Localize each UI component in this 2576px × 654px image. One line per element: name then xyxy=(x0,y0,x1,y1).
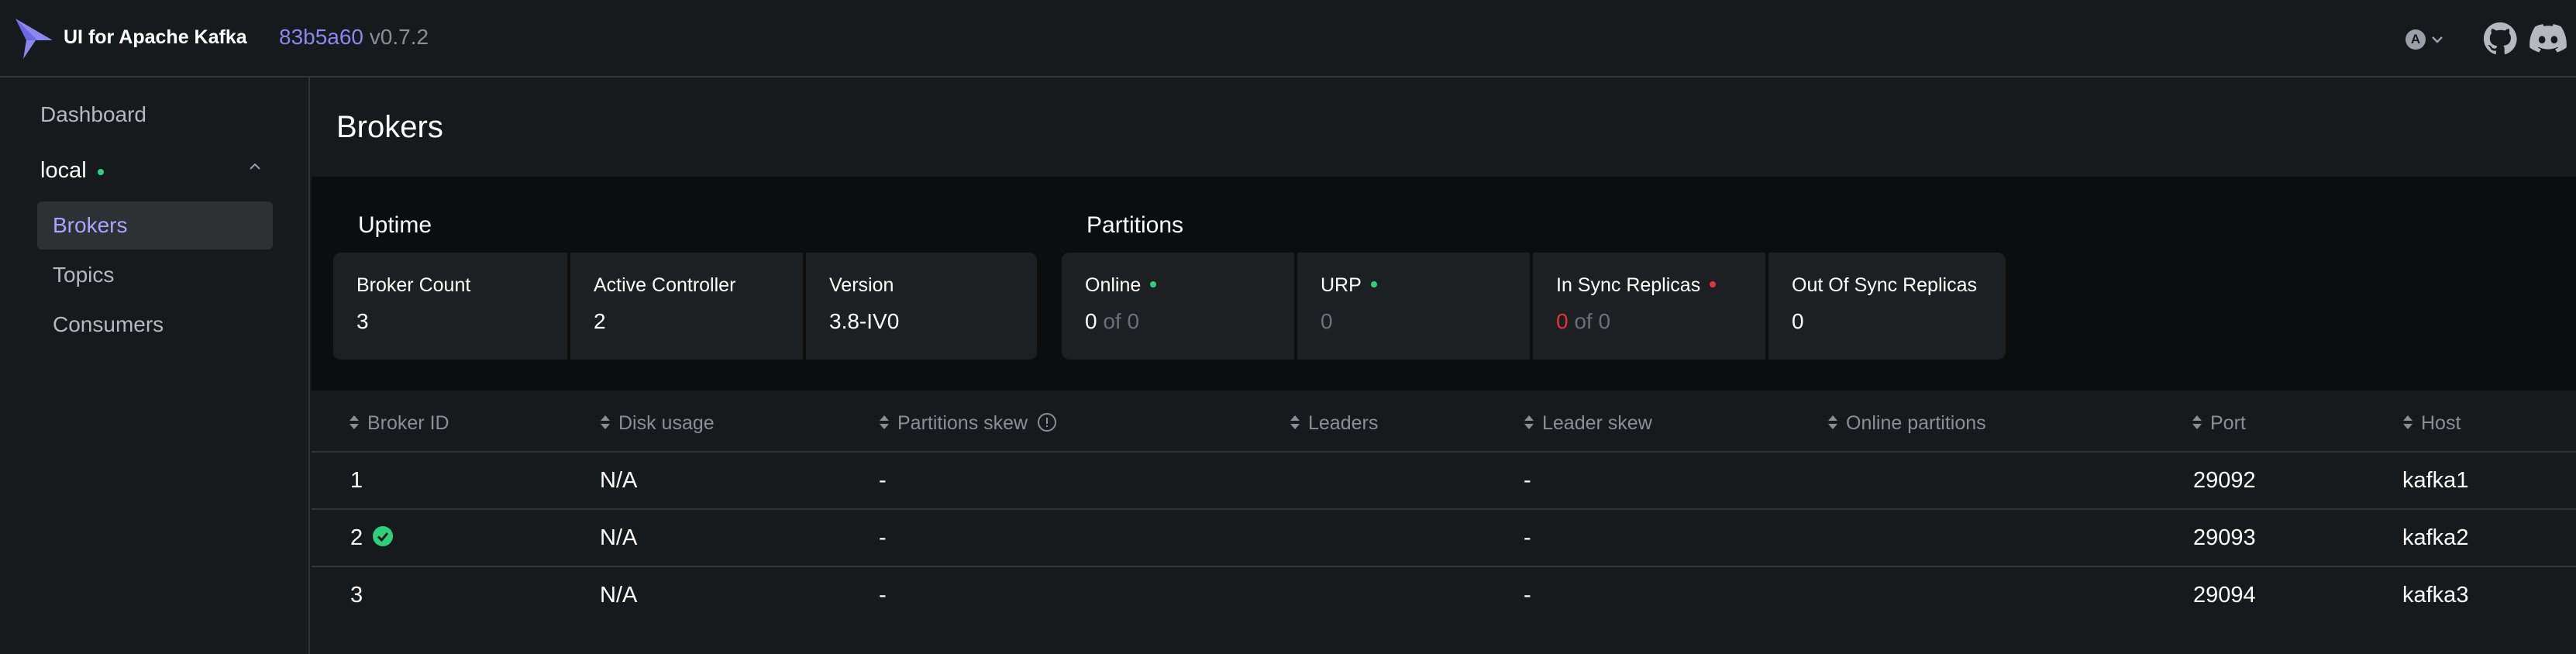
sidebar-item-consumers[interactable]: Consumers xyxy=(37,301,273,349)
version-label: Version xyxy=(829,274,894,296)
broker-id-cell: 2 xyxy=(350,525,394,551)
online-value: 0 xyxy=(1085,309,1097,333)
online-total: of 0 xyxy=(1103,309,1140,333)
sort-icon xyxy=(880,415,889,430)
table-row[interactable]: 2 N/A - - 29093 kafka2 xyxy=(312,510,2576,567)
active-controller-value: 2 xyxy=(594,309,606,333)
sidebar-item-topics[interactable]: Topics xyxy=(37,251,273,299)
version-info: 83b5a60 v0.7.2 xyxy=(279,25,429,50)
sidebar-item-dashboard[interactable]: Dashboard xyxy=(40,102,146,127)
table-row[interactable]: 3 N/A - - 29094 kafka3 xyxy=(312,567,2576,625)
brokers-table: Broker ID Disk usage Partitions skew Lea… xyxy=(312,391,2576,625)
in-sync-total: of 0 xyxy=(1574,309,1611,333)
host-cell: kafka3 xyxy=(2402,583,2469,608)
chevron-down-icon xyxy=(2432,36,2443,43)
kafka-logo-icon[interactable] xyxy=(14,17,54,60)
main-content: Brokers Uptime Broker Count 3 Active Con… xyxy=(312,77,2576,654)
disk-usage-cell: N/A xyxy=(600,525,638,550)
broker-count-label: Broker Count xyxy=(356,274,471,296)
sort-icon xyxy=(350,415,359,430)
out-of-sync-replicas-card: Out Of Sync Replicas 0 xyxy=(1768,253,2006,360)
in-sync-label: In Sync Replicas xyxy=(1556,274,1701,296)
sort-icon xyxy=(1290,415,1300,430)
version-value: 3.8-IV0 xyxy=(829,309,900,333)
sort-icon xyxy=(2403,415,2412,430)
app-title[interactable]: UI for Apache Kafka xyxy=(64,26,247,49)
disk-usage-cell: N/A xyxy=(600,583,638,608)
cluster-name: local xyxy=(40,158,87,183)
in-sync-value: 0 xyxy=(1556,309,1569,333)
column-leader-skew[interactable]: Leader skew xyxy=(1524,412,1652,435)
version-card: Version 3.8-IV0 xyxy=(806,253,1037,360)
column-online-partitions[interactable]: Online partitions xyxy=(1827,412,1986,435)
leader-skew-cell: - xyxy=(1524,525,1531,550)
page-title: Brokers xyxy=(336,110,443,144)
leader-skew-cell: - xyxy=(1524,468,1531,493)
partitions-skew-cell: - xyxy=(879,583,887,608)
user-menu-button[interactable]: A xyxy=(2401,23,2447,54)
sort-icon xyxy=(1524,415,1534,430)
cluster-status-dot xyxy=(98,169,104,175)
version-hash-link[interactable]: 83b5a60 xyxy=(279,25,363,49)
out-sync-label: Out Of Sync Replicas xyxy=(1792,274,1977,296)
broker-id-link[interactable]: 1 xyxy=(350,468,363,494)
urp-card: URP 0 xyxy=(1297,253,1530,360)
column-broker-id[interactable]: Broker ID xyxy=(349,412,449,435)
sort-icon xyxy=(1828,415,1837,430)
column-leaders[interactable]: Leaders xyxy=(1290,412,1378,435)
urp-label: URP xyxy=(1321,274,1362,296)
leader-skew-cell: - xyxy=(1524,583,1531,608)
info-icon[interactable] xyxy=(1037,412,1057,432)
online-card: Online 0 of 0 xyxy=(1062,253,1294,360)
out-sync-value: 0 xyxy=(1792,309,1804,333)
broker-count-card: Broker Count 3 xyxy=(333,253,567,360)
version-number: v0.7.2 xyxy=(369,25,429,49)
partitions-title: Partitions xyxy=(1087,212,1184,238)
sidebar-cluster-local[interactable]: local xyxy=(25,147,274,186)
top-bar: UI for Apache Kafka 83b5a60 v0.7.2 A xyxy=(0,0,2576,77)
stats-panel: Uptime Broker Count 3 Active Controller … xyxy=(312,177,2576,391)
column-partitions-skew[interactable]: Partitions skew xyxy=(879,412,1057,435)
urp-status-dot xyxy=(1370,281,1377,288)
broker-id-link[interactable]: 2 xyxy=(350,525,363,550)
sidebar-item-brokers[interactable]: Brokers xyxy=(37,201,273,250)
partitions-skew-cell: - xyxy=(879,468,887,493)
sort-icon xyxy=(601,415,610,430)
port-cell: 29094 xyxy=(2193,583,2256,608)
sidebar: Dashboard local Brokers Topics Consumers xyxy=(0,77,310,654)
active-controller-label: Active Controller xyxy=(594,274,736,296)
broker-count-value: 3 xyxy=(356,309,369,333)
column-port[interactable]: Port xyxy=(2192,412,2246,435)
host-cell: kafka1 xyxy=(2402,468,2469,493)
broker-id-link[interactable]: 3 xyxy=(350,583,363,608)
chevron-up-icon[interactable] xyxy=(246,158,263,175)
online-status-dot xyxy=(1150,281,1157,288)
in-sync-status-dot xyxy=(1710,281,1717,288)
table-row[interactable]: 1 N/A - - 29092 kafka1 xyxy=(312,453,2576,510)
sort-icon xyxy=(2192,415,2202,430)
active-controller-card: Active Controller 2 xyxy=(570,253,803,360)
port-cell: 29092 xyxy=(2193,468,2256,493)
disk-usage-cell: N/A xyxy=(600,468,638,493)
uptime-title: Uptime xyxy=(358,212,432,238)
urp-value: 0 xyxy=(1321,309,1333,333)
table-header: Broker ID Disk usage Partitions skew Lea… xyxy=(312,391,2576,453)
column-disk-usage[interactable]: Disk usage xyxy=(600,412,715,435)
controller-check-icon xyxy=(373,526,394,547)
discord-icon[interactable] xyxy=(2530,23,2567,54)
github-icon[interactable] xyxy=(2483,22,2517,56)
port-cell: 29093 xyxy=(2193,525,2256,550)
online-label: Online xyxy=(1085,274,1142,296)
host-cell: kafka2 xyxy=(2402,525,2469,550)
column-host[interactable]: Host xyxy=(2402,412,2461,435)
partitions-skew-cell: - xyxy=(879,525,887,550)
avatar: A xyxy=(2406,29,2426,50)
in-sync-replicas-card: In Sync Replicas 0 of 0 xyxy=(1533,253,1765,360)
